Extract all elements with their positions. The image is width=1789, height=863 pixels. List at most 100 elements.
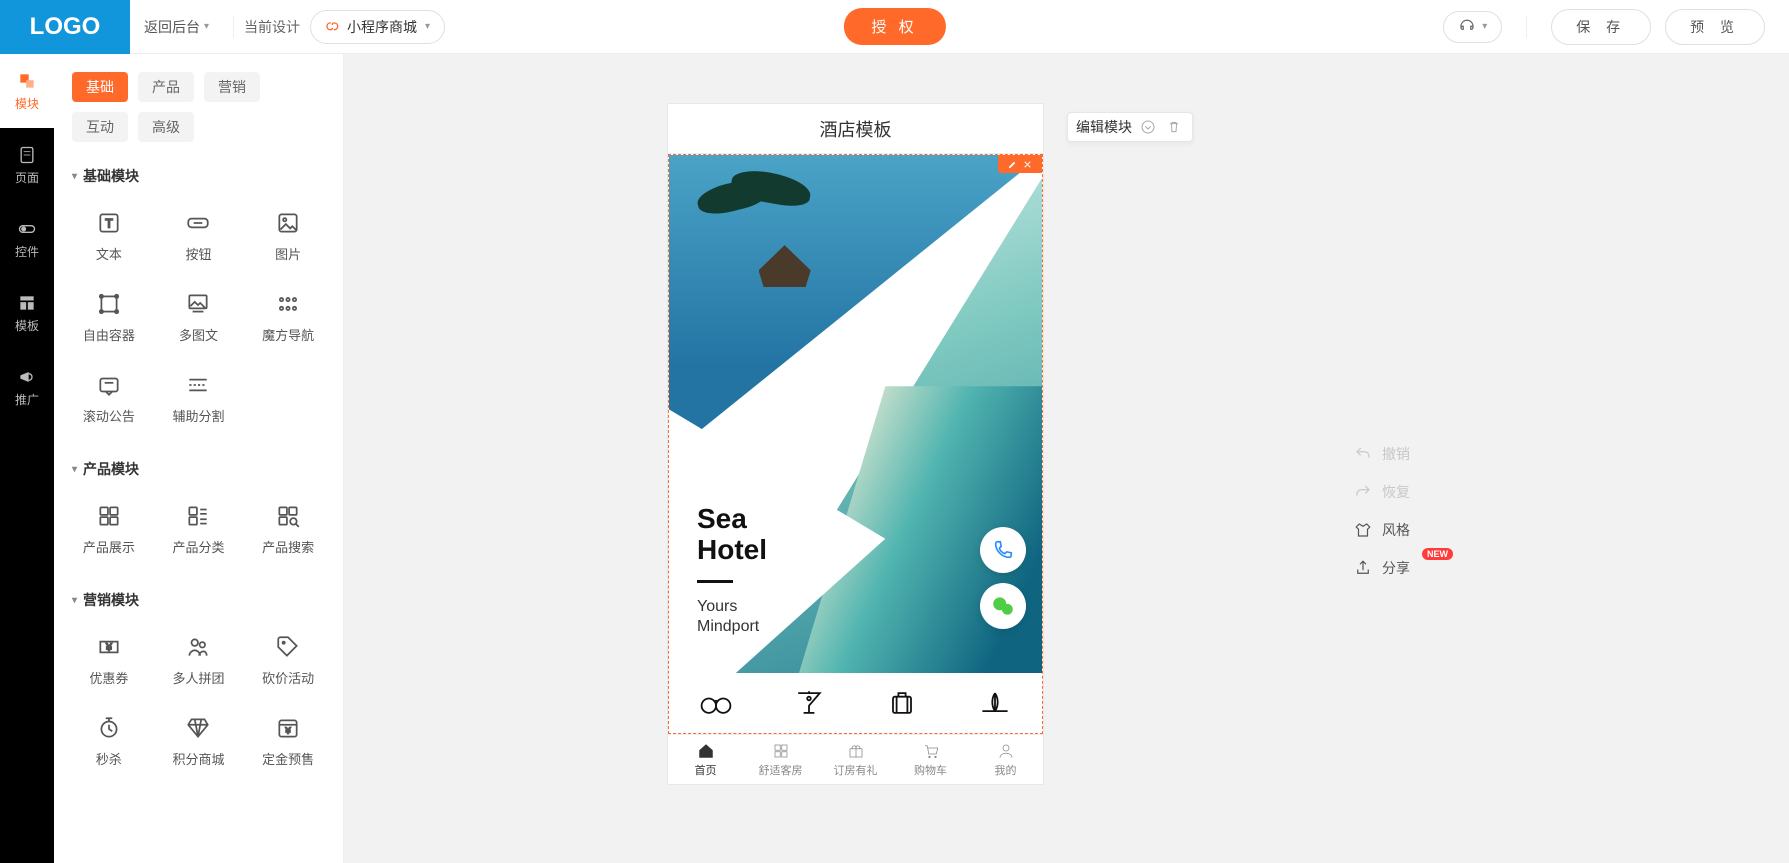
undo-button[interactable]: 撤销	[1354, 444, 1410, 464]
component-panel: 基础 产品 营销 互动 高级 ▾基础模块 T文本 按钮 图片 自由容器 多图文 …	[54, 54, 344, 863]
image-icon	[275, 210, 301, 236]
chevron-down-icon: ▾	[425, 21, 430, 32]
section-title: 基础模块	[83, 166, 139, 186]
tool-label: 撤销	[1382, 444, 1410, 464]
section-marketing-header[interactable]: ▾营销模块	[54, 576, 343, 618]
comp-label: 自由容器	[83, 325, 135, 344]
tab-interactive[interactable]: 互动	[72, 112, 128, 142]
comp-label: 优惠券	[89, 668, 128, 687]
comp-label: 魔方导航	[262, 325, 314, 344]
tab-advanced[interactable]: 高级	[138, 112, 194, 142]
tab-home[interactable]: 首页	[668, 735, 743, 784]
logo: LOGO	[0, 0, 130, 54]
float-wechat-button[interactable]	[980, 583, 1026, 629]
comp-product-search[interactable]: 产品搜索	[243, 491, 333, 572]
tab-basic[interactable]: 基础	[72, 72, 128, 102]
tab-marketing[interactable]: 营销	[204, 72, 260, 102]
comp-deposit-presale[interactable]: ¥定金预售	[243, 703, 333, 784]
rail-modules[interactable]: 模块	[0, 54, 54, 128]
comp-group-buy[interactable]: 多人拼团	[154, 622, 244, 703]
comp-bargain[interactable]: 砍价活动	[243, 622, 333, 703]
back-to-admin-button[interactable]: 返回后台 ▾	[130, 0, 223, 54]
container-icon	[96, 291, 122, 317]
comp-multi-image-text[interactable]: 多图文	[154, 279, 244, 360]
comp-label: 积分商城	[172, 749, 224, 768]
edit-module-label[interactable]: 编辑模块	[1076, 117, 1132, 137]
design-selector[interactable]: 小程序商城 ▾	[310, 10, 445, 44]
section-title: 营销模块	[83, 590, 139, 610]
comp-divider[interactable]: 辅助分割	[154, 360, 244, 441]
rail-label: 控件	[15, 243, 39, 260]
rail-templates[interactable]: 模板	[0, 276, 54, 350]
rail-controls[interactable]: 控件	[0, 202, 54, 276]
undo-icon	[1354, 445, 1372, 463]
flash-icon	[96, 715, 122, 741]
preview-button[interactable]: 预 览	[1665, 9, 1765, 45]
gallery-icon	[185, 291, 211, 317]
comp-product-category[interactable]: 产品分类	[154, 491, 244, 572]
divider	[233, 16, 234, 38]
comp-product-display[interactable]: 产品展示	[64, 491, 154, 572]
comp-cube-nav[interactable]: 魔方导航	[243, 279, 333, 360]
bargain-icon	[275, 634, 301, 660]
canvas[interactable]: 酒店模板 编辑模块 Sea Hotel Yours	[344, 54, 1789, 863]
phone-preview: 酒店模板 编辑模块 Sea Hotel Yours	[668, 104, 1043, 784]
comp-points-mall[interactable]: 积分商城	[154, 703, 244, 784]
category-icon	[185, 503, 211, 529]
comp-label: 按钮	[185, 244, 211, 263]
tab-booking[interactable]: 订房有礼	[818, 735, 893, 784]
style-button[interactable]: 风格	[1354, 520, 1410, 540]
comp-text[interactable]: T文本	[64, 198, 154, 279]
text-icon: T	[96, 210, 122, 236]
section-basic-header[interactable]: ▾基础模块	[54, 152, 343, 194]
phone-title: 酒店模板	[820, 116, 892, 142]
chevron-down-icon: ▾	[1482, 21, 1487, 32]
rail-label: 推广	[15, 391, 39, 408]
support-button[interactable]: ▾	[1443, 11, 1502, 43]
calendar-icon: ¥	[275, 715, 301, 741]
tab-mine[interactable]: 我的	[968, 735, 1043, 784]
tab-product[interactable]: 产品	[138, 72, 194, 102]
share-button[interactable]: 分享NEW	[1354, 558, 1410, 578]
share-icon	[1354, 559, 1372, 577]
rail-label: 页面	[15, 169, 39, 186]
group-icon	[185, 634, 211, 660]
redo-button[interactable]: 恢复	[1354, 482, 1410, 502]
delete-button[interactable]	[1164, 117, 1184, 137]
comp-flash-sale[interactable]: 秒杀	[64, 703, 154, 784]
miniprogram-icon	[325, 19, 341, 35]
section-marketing-grid: ¥优惠券 多人拼团 砍价活动 秒杀 积分商城 ¥定金预售	[54, 618, 343, 788]
cart-icon	[922, 742, 940, 760]
phone-header: 酒店模板 编辑模块	[668, 104, 1043, 154]
gift-icon	[847, 742, 865, 760]
topbar: LOGO 返回后台 ▾ 当前设计 小程序商城 ▾ 授 权 ▾ 保 存 预 览	[0, 0, 1789, 54]
move-down-button[interactable]	[1138, 117, 1158, 137]
selection-toolbar: 编辑模块	[1067, 112, 1193, 142]
selected-module[interactable]: Sea Hotel Yours Mindport	[668, 154, 1043, 734]
comp-image[interactable]: 图片	[243, 198, 333, 279]
save-button[interactable]: 保 存	[1551, 9, 1651, 45]
comp-scroll-notice[interactable]: 滚动公告	[64, 360, 154, 441]
home-icon	[697, 742, 715, 760]
section-product-header[interactable]: ▾产品模块	[54, 445, 343, 487]
tab-rooms[interactable]: 舒适客房	[743, 735, 818, 784]
tool-label: 恢复	[1382, 482, 1410, 502]
rail-pages[interactable]: 页面	[0, 128, 54, 202]
authorize-button[interactable]: 授 权	[843, 8, 945, 45]
tool-label: 风格	[1382, 520, 1410, 540]
edit-handle[interactable]	[998, 155, 1042, 173]
comp-button[interactable]: 按钮	[154, 198, 244, 279]
current-design-label: 当前设计	[244, 17, 300, 37]
tab-label: 舒适客房	[759, 762, 803, 778]
comp-label: 滚动公告	[83, 406, 135, 425]
comp-free-container[interactable]: 自由容器	[64, 279, 154, 360]
svg-text:T: T	[105, 216, 112, 230]
rail-promote[interactable]: 推广	[0, 350, 54, 424]
hero-title-line2: Hotel	[697, 535, 885, 566]
tab-cart[interactable]: 购物车	[893, 735, 968, 784]
divider	[1526, 16, 1527, 38]
megaphone-icon	[17, 367, 37, 387]
tab-label: 购物车	[914, 762, 947, 778]
comp-coupon[interactable]: ¥优惠券	[64, 622, 154, 703]
float-phone-button[interactable]	[980, 527, 1026, 573]
